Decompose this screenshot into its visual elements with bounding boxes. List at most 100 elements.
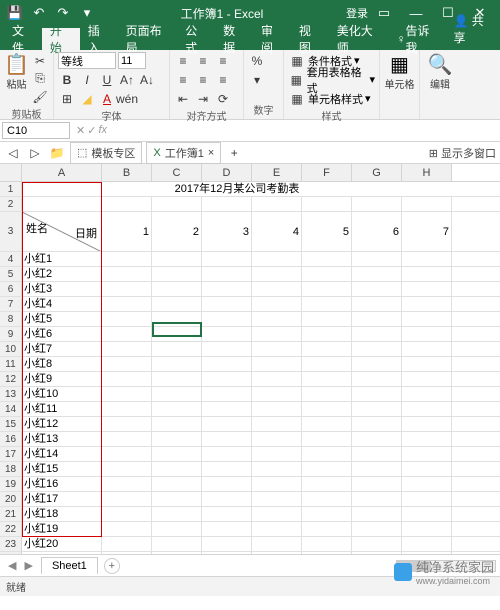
cell[interactable] (402, 537, 452, 551)
cell[interactable] (102, 372, 152, 386)
cell[interactable] (302, 537, 352, 551)
cell[interactable] (302, 267, 352, 281)
minimize-icon[interactable]: — (400, 2, 432, 24)
cell[interactable] (102, 357, 152, 371)
col-header[interactable]: G (352, 164, 402, 181)
row-header[interactable]: 13 (0, 387, 22, 401)
cell[interactable] (152, 402, 202, 416)
cell[interactable] (252, 522, 302, 536)
cell[interactable]: 1 (102, 212, 152, 251)
tab-insert[interactable]: 插入 (80, 28, 118, 50)
cell[interactable]: 小红4 (22, 297, 102, 311)
cell[interactable] (102, 312, 152, 326)
cell[interactable]: 小红14 (22, 447, 102, 461)
cell[interactable] (402, 417, 452, 431)
row-header[interactable]: 5 (0, 267, 22, 281)
cell[interactable] (302, 492, 352, 506)
cell[interactable] (202, 267, 252, 281)
nav-fwd-icon[interactable]: ▷ (26, 144, 44, 161)
cell[interactable]: 小红13 (22, 432, 102, 446)
row-header[interactable]: 24 (0, 552, 22, 554)
cell[interactable] (352, 312, 402, 326)
cell[interactable] (102, 447, 152, 461)
cell[interactable] (202, 522, 252, 536)
cell[interactable] (402, 297, 452, 311)
cell[interactable]: 小红9 (22, 372, 102, 386)
cell[interactable] (152, 507, 202, 521)
cell[interactable] (352, 402, 402, 416)
cell[interactable] (302, 507, 352, 521)
cell-styles-button[interactable]: ▦单元格样式▾ (288, 90, 371, 107)
col-header[interactable]: F (302, 164, 352, 181)
italic-icon[interactable]: I (78, 71, 96, 88)
cell[interactable] (252, 197, 302, 211)
cell[interactable] (402, 477, 452, 491)
cell[interactable] (352, 282, 402, 296)
cell[interactable] (152, 417, 202, 431)
tab-view[interactable]: 视图 (291, 28, 329, 50)
cell[interactable] (202, 492, 252, 506)
cell[interactable] (352, 267, 402, 281)
cell[interactable] (102, 552, 152, 554)
cell[interactable]: 2 (152, 212, 202, 251)
cell[interactable] (302, 197, 352, 211)
increase-font-icon[interactable]: A↑ (118, 71, 136, 88)
cell[interactable] (402, 552, 452, 554)
cell[interactable] (302, 327, 352, 341)
cell[interactable] (302, 357, 352, 371)
paste-button[interactable]: 📋 粘贴 (4, 52, 29, 91)
cell[interactable] (352, 507, 402, 521)
cell[interactable] (352, 432, 402, 446)
indent-right-icon[interactable]: ⇥ (194, 90, 212, 107)
row-header[interactable]: 21 (0, 507, 22, 521)
new-tab-icon[interactable]: + (225, 144, 243, 161)
cell[interactable]: 小红16 (22, 477, 102, 491)
fx-icon[interactable]: fx (98, 124, 107, 137)
row-header[interactable]: 9 (0, 327, 22, 341)
cell[interactable] (252, 402, 302, 416)
cell[interactable] (202, 477, 252, 491)
cell[interactable] (402, 507, 452, 521)
cell[interactable] (102, 507, 152, 521)
qat-dropdown-icon[interactable]: ▾ (76, 2, 98, 24)
cell[interactable] (252, 462, 302, 476)
row-header[interactable]: 20 (0, 492, 22, 506)
editing-button[interactable]: 🔍编辑 (424, 52, 456, 91)
cell[interactable] (302, 417, 352, 431)
decrease-font-icon[interactable]: A↓ (138, 71, 156, 88)
cell[interactable] (102, 537, 152, 551)
row-header[interactable]: 3 (0, 212, 22, 251)
cell[interactable] (152, 537, 202, 551)
cell[interactable] (202, 372, 252, 386)
cell[interactable]: 6 (352, 212, 402, 251)
cell[interactable] (352, 417, 402, 431)
cell[interactable] (252, 537, 302, 551)
cell[interactable]: 小红18 (22, 507, 102, 521)
cell[interactable] (102, 387, 152, 401)
cell[interactable] (402, 312, 452, 326)
align-middle-icon[interactable]: ≡ (194, 52, 212, 69)
col-header[interactable]: H (402, 164, 452, 181)
cell[interactable]: 小红7 (22, 342, 102, 356)
cell[interactable]: 5 (302, 212, 352, 251)
table-format-button[interactable]: ▦套用表格格式▾ (288, 71, 375, 88)
sheet-nav-next-icon[interactable]: ▶ (20, 559, 36, 572)
underline-icon[interactable]: U (98, 71, 116, 88)
hscrollbar[interactable] (396, 560, 496, 572)
add-sheet-icon[interactable]: + (104, 558, 120, 574)
copy-icon[interactable]: ⎘ (31, 70, 49, 87)
cell[interactable] (352, 372, 402, 386)
cell[interactable] (352, 342, 402, 356)
cell[interactable] (252, 417, 302, 431)
align-center-icon[interactable]: ≡ (194, 71, 212, 88)
cell[interactable] (252, 507, 302, 521)
cell[interactable] (352, 387, 402, 401)
save-icon[interactable]: 💾 (4, 2, 26, 24)
cell[interactable] (152, 267, 202, 281)
accept-formula-icon[interactable]: ✓ (87, 124, 96, 137)
cell[interactable] (302, 402, 352, 416)
cell[interactable] (402, 357, 452, 371)
cell[interactable] (252, 492, 302, 506)
cell[interactable] (202, 327, 252, 341)
cell[interactable] (402, 462, 452, 476)
